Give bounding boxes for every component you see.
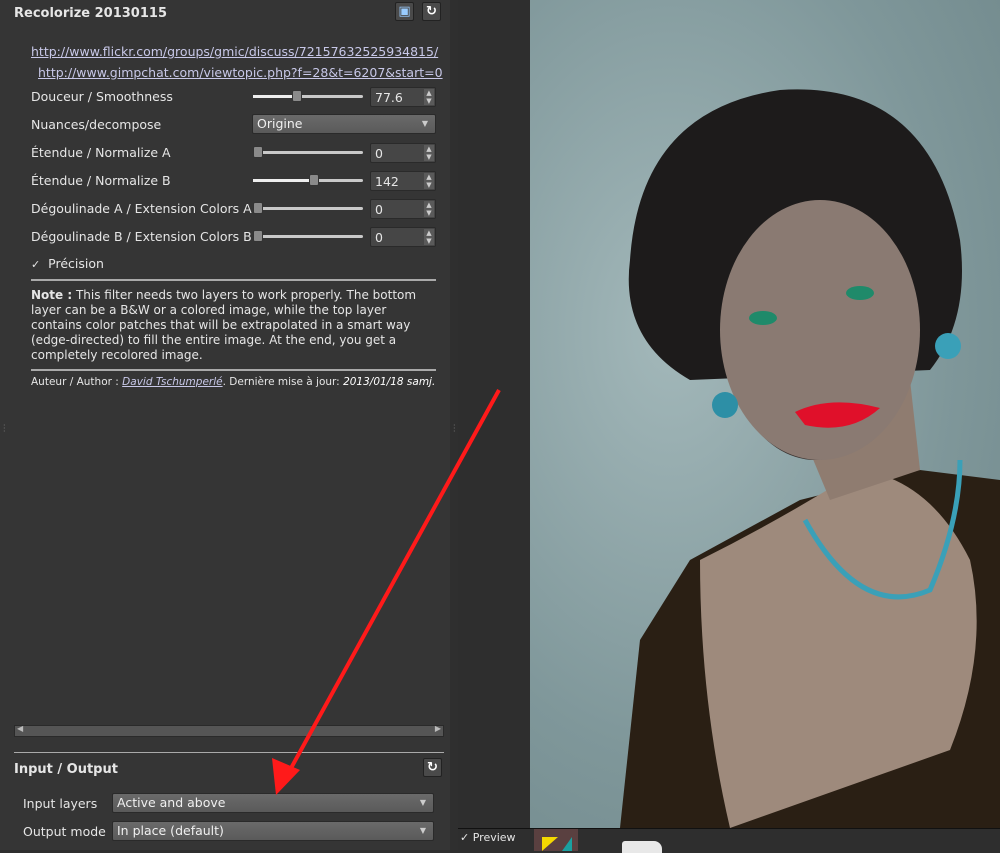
annotation-arrow — [272, 389, 501, 795]
